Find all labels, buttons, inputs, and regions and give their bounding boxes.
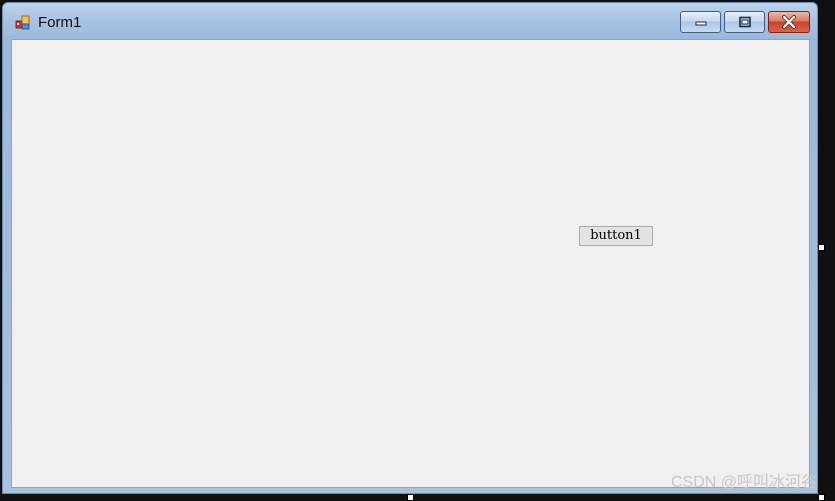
form-app-icon bbox=[15, 14, 31, 30]
form-client-area[interactable]: button1 bbox=[11, 39, 810, 488]
resize-handle-right[interactable] bbox=[818, 244, 825, 251]
form-window[interactable]: Form1 button1 bbox=[2, 2, 818, 494]
resize-handle-corner[interactable] bbox=[818, 494, 825, 501]
maximize-button[interactable] bbox=[724, 11, 765, 33]
close-button[interactable] bbox=[768, 11, 810, 33]
resize-handle-bottom[interactable] bbox=[407, 494, 414, 501]
watermark-text: CSDN @呼叫冰河谷 bbox=[670, 474, 817, 491]
minimize-button[interactable] bbox=[680, 11, 721, 33]
button1[interactable]: button1 bbox=[579, 226, 653, 246]
designer-surface: Form1 button1 CSDN @呼叫冰河谷 bbox=[0, 0, 835, 501]
title-bar[interactable]: Form1 bbox=[3, 3, 817, 39]
window-title: Form1 bbox=[38, 14, 82, 31]
